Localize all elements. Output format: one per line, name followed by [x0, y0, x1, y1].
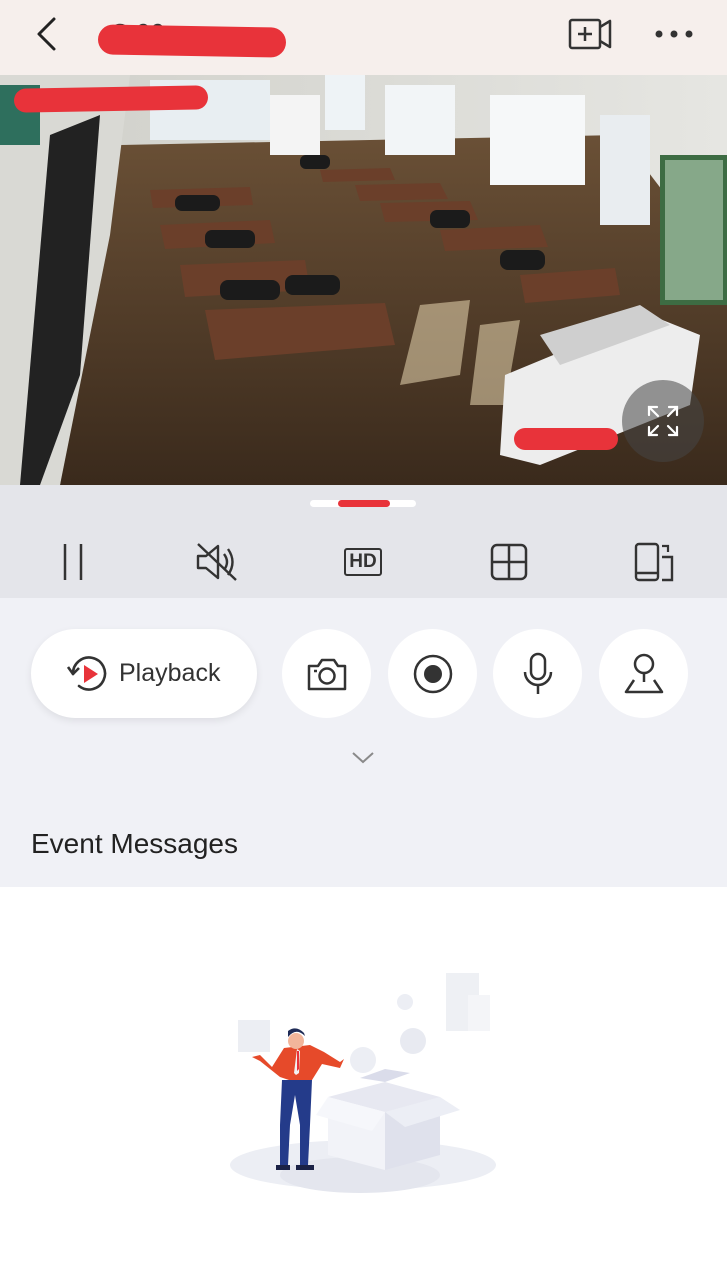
- quality-button[interactable]: HD: [333, 537, 393, 587]
- ptz-button[interactable]: [599, 629, 688, 718]
- playback-history-icon: [66, 655, 107, 691]
- playback-label: Playback: [119, 659, 221, 687]
- layout-button[interactable]: [479, 537, 539, 587]
- redaction-mark: [13, 85, 209, 113]
- event-messages-heading: Event Messages: [31, 828, 238, 859]
- grid-icon: [490, 543, 528, 581]
- record-icon: [413, 654, 452, 693]
- expand-actions-button[interactable]: [345, 746, 381, 770]
- chevron-left-icon: [37, 17, 56, 51]
- redaction-mark: [514, 428, 618, 450]
- hd-icon: HD: [344, 548, 382, 576]
- record-button[interactable]: [388, 629, 477, 718]
- live-video-view[interactable]: [0, 75, 727, 485]
- microphone-icon: [523, 652, 552, 694]
- snapshot-button[interactable]: [282, 629, 371, 718]
- mute-button[interactable]: [187, 537, 247, 587]
- back-button[interactable]: [26, 12, 66, 56]
- more-horizontal-icon: [655, 30, 693, 38]
- redaction-mark: [97, 24, 287, 58]
- empty-state-illustration: [230, 973, 496, 1193]
- talk-button[interactable]: [493, 629, 582, 718]
- add-recording-button[interactable]: [566, 14, 614, 54]
- action-panel: Playback Event Messages: [0, 598, 727, 887]
- pause-button[interactable]: [43, 537, 103, 587]
- camera-feed-image: [0, 75, 727, 485]
- playback-button[interactable]: Playback: [31, 629, 257, 718]
- pause-icon: [63, 544, 83, 580]
- video-plus-icon: [568, 18, 612, 50]
- camera-icon: [307, 658, 346, 690]
- device-rotate-icon: [634, 542, 674, 582]
- page-indicator[interactable]: [310, 500, 416, 507]
- ptz-control-icon: [624, 653, 663, 693]
- speaker-muted-icon: [196, 543, 237, 581]
- rotate-screen-button[interactable]: [624, 537, 684, 587]
- fullscreen-icon: [647, 405, 679, 437]
- fullscreen-button[interactable]: [622, 380, 704, 462]
- playback-controls-bar: HD: [0, 485, 727, 598]
- more-button[interactable]: [650, 20, 698, 48]
- top-bar: C 00: [0, 0, 727, 75]
- chevron-down-icon: [352, 752, 374, 764]
